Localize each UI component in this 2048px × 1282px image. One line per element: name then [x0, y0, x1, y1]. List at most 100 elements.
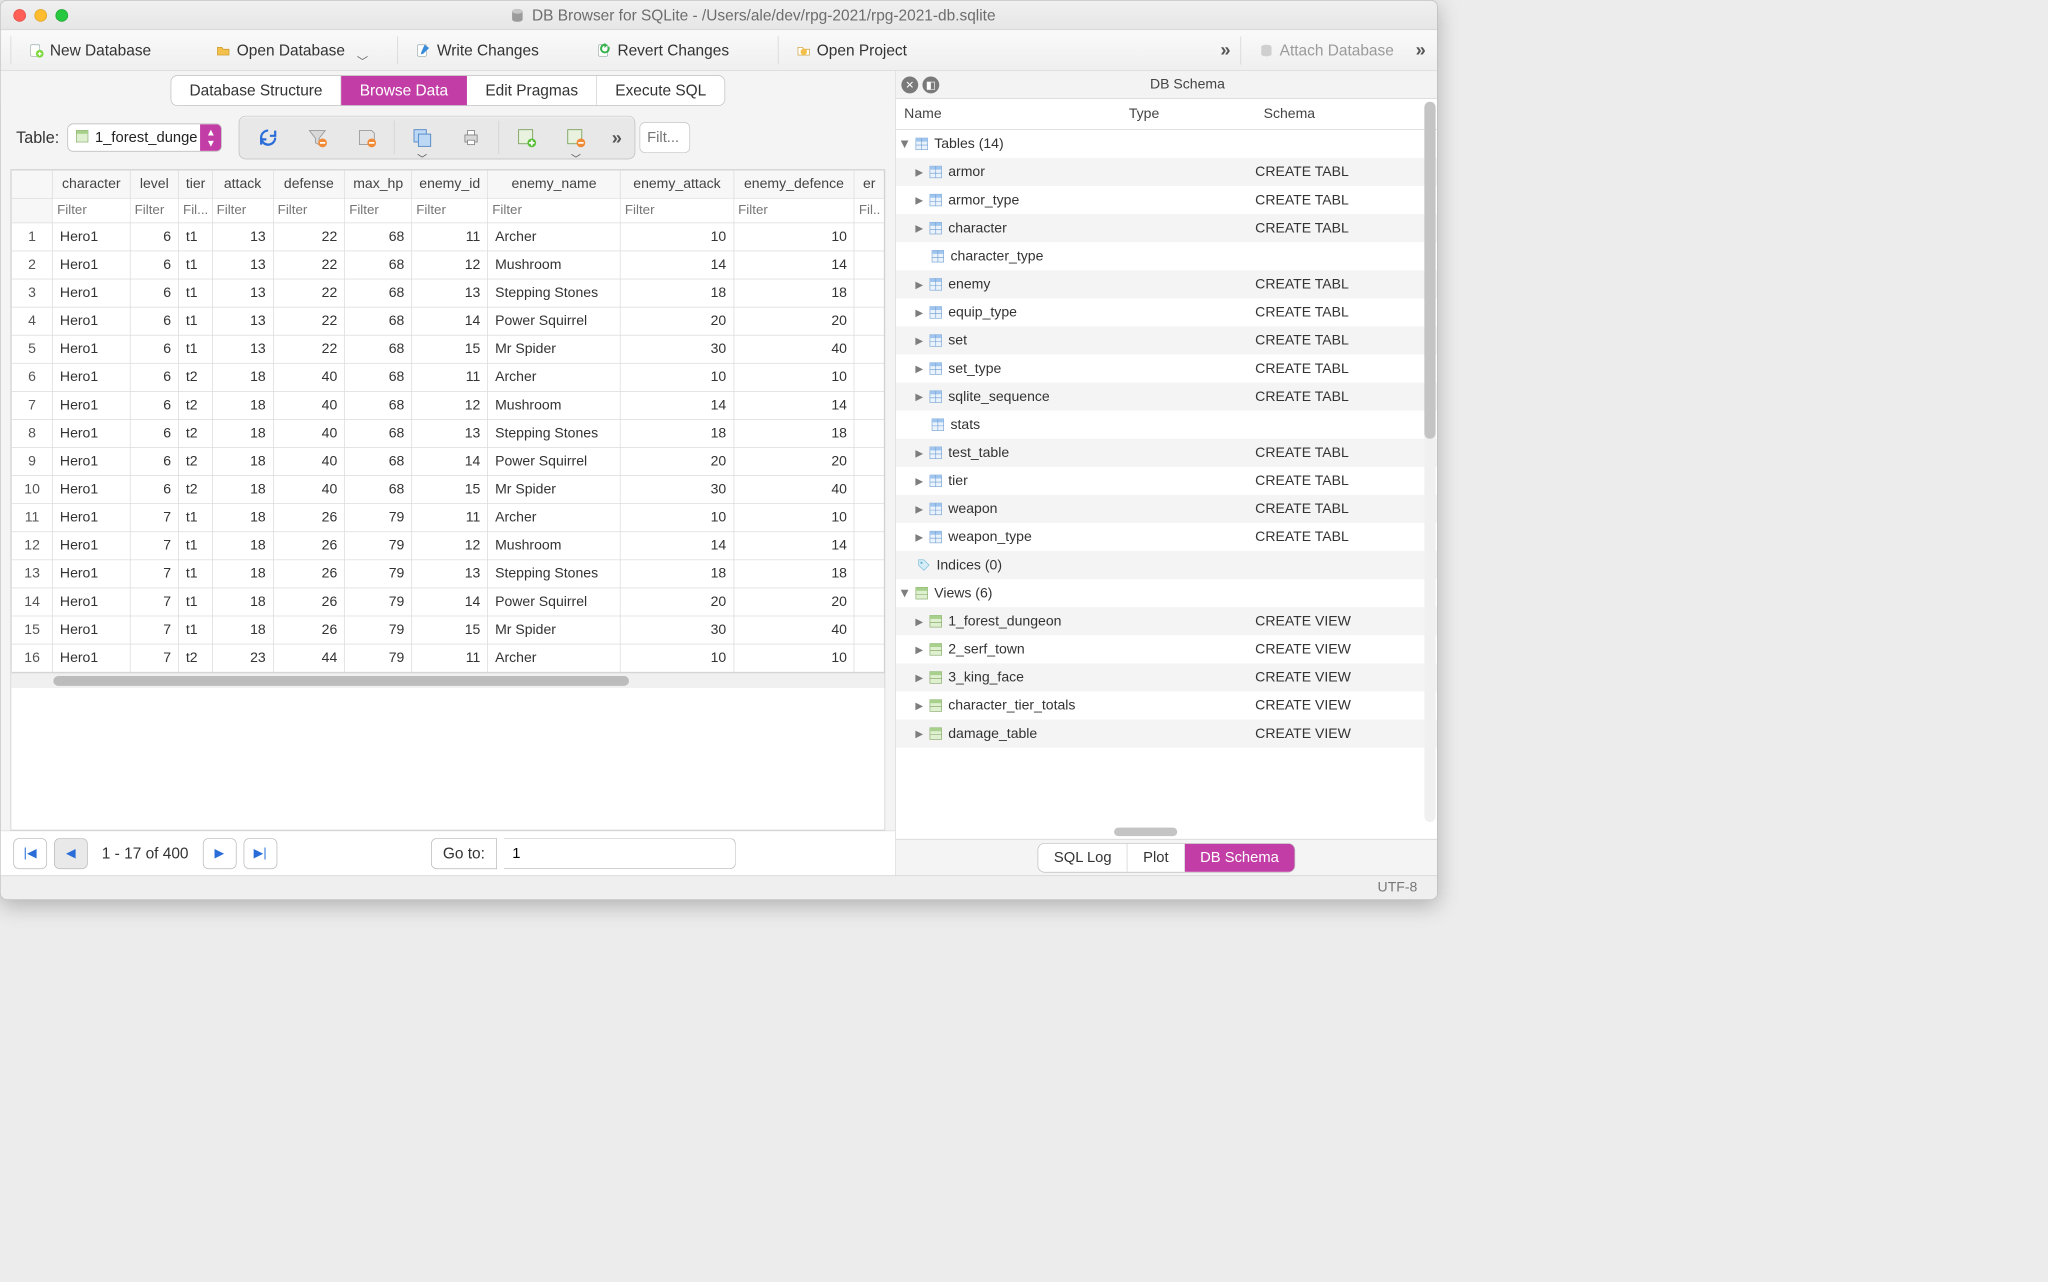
column-filter-input[interactable]	[179, 199, 212, 223]
cell[interactable]: Hero1	[53, 532, 130, 560]
table-row[interactable]: 8Hero16t218406813Stepping Stones1818	[12, 419, 885, 447]
cell[interactable]: 10	[734, 504, 855, 532]
cell[interactable]: 14	[734, 391, 855, 419]
column-filter-input[interactable]	[621, 199, 734, 223]
cell[interactable]: 13	[412, 419, 488, 447]
table-select[interactable]: 1_forest_dunge ▲▼	[68, 124, 222, 152]
cell[interactable]: 15	[412, 616, 488, 644]
refresh-button[interactable]	[244, 121, 293, 155]
cell[interactable]: 40	[273, 391, 345, 419]
cell[interactable]: t1	[178, 279, 212, 307]
cell[interactable]: 79	[345, 644, 412, 672]
cell[interactable]: 18	[212, 588, 273, 616]
schema-header-name[interactable]: Name	[896, 99, 1121, 129]
schema-group-tables[interactable]: ▶Tables (14)	[896, 130, 1437, 158]
cell[interactable]: 26	[273, 532, 345, 560]
cell[interactable]: 68	[345, 279, 412, 307]
column-filter-input[interactable]	[855, 199, 884, 223]
tab-database-structure[interactable]: Database Structure	[171, 76, 341, 105]
cell[interactable]: t1	[178, 588, 212, 616]
schema-vertical-scrollbar[interactable]	[1424, 102, 1435, 822]
schema-table[interactable]: ▶test_tableCREATE TABL	[896, 439, 1437, 467]
table-row[interactable]: 3Hero16t113226813Stepping Stones1818	[12, 279, 885, 307]
open-database-button[interactable]: Open Database	[204, 36, 357, 64]
cell[interactable]: 18	[212, 391, 273, 419]
cell[interactable]: 18	[212, 616, 273, 644]
cell[interactable]: 18	[212, 560, 273, 588]
schema-view[interactable]: ▶character_tier_totalsCREATE VIEW	[896, 691, 1437, 719]
cell[interactable]: 18	[212, 532, 273, 560]
schema-table[interactable]: character_type	[896, 242, 1437, 270]
disclosure-icon[interactable]: ▶	[915, 166, 923, 178]
cell[interactable]: Mr Spider	[488, 335, 621, 363]
cell[interactable]: 18	[620, 279, 733, 307]
schema-table[interactable]: ▶weaponCREATE TABL	[896, 495, 1437, 523]
cell[interactable]: Stepping Stones	[488, 419, 621, 447]
cell[interactable]: Mr Spider	[488, 616, 621, 644]
cell[interactable]: 7	[130, 532, 178, 560]
table-select-spinner-icon[interactable]: ▲▼	[200, 124, 221, 151]
cell[interactable]: 18	[734, 560, 855, 588]
disclosure-icon[interactable]: ▶	[915, 278, 923, 290]
cell[interactable]: Hero1	[53, 448, 130, 476]
schema-table[interactable]: ▶equip_typeCREATE TABL	[896, 298, 1437, 326]
cell[interactable]: t2	[178, 644, 212, 672]
table-row[interactable]: 13Hero17t118267913Stepping Stones1818	[12, 560, 885, 588]
cell[interactable]: Mushroom	[488, 251, 621, 279]
cell[interactable]: 15	[412, 335, 488, 363]
cell[interactable]: 18	[212, 476, 273, 504]
write-changes-button[interactable]: Write Changes	[404, 36, 551, 64]
cell[interactable]: 6	[130, 476, 178, 504]
cell[interactable]: 40	[734, 335, 855, 363]
cell[interactable]: 20	[734, 307, 855, 335]
schema-header-type[interactable]: Type	[1120, 99, 1255, 129]
cell[interactable]: 23	[212, 644, 273, 672]
disclosure-icon[interactable]: ▶	[915, 615, 923, 627]
cell[interactable]: 68	[345, 363, 412, 391]
schema-table[interactable]: ▶sqlite_sequenceCREATE TABL	[896, 383, 1437, 411]
cell[interactable]: Archer	[488, 363, 621, 391]
panel-close-icon[interactable]: ✕	[901, 76, 918, 93]
column-header[interactable]: character	[53, 170, 130, 198]
cell[interactable]: 40	[273, 448, 345, 476]
clear-filters-button[interactable]	[293, 121, 342, 155]
cell[interactable]: Mushroom	[488, 391, 621, 419]
schema-group-views[interactable]: ▶Views (6)	[896, 579, 1437, 607]
cell[interactable]: t1	[178, 223, 212, 251]
cell[interactable]: 22	[273, 335, 345, 363]
attach-database-button[interactable]: Attach Database	[1247, 36, 1406, 64]
cell[interactable]: 22	[273, 279, 345, 307]
table-row[interactable]: 2Hero16t113226812Mushroom1414	[12, 251, 885, 279]
cell[interactable]: Hero1	[53, 616, 130, 644]
column-filter-input[interactable]	[273, 199, 344, 223]
cell[interactable]: 13	[212, 251, 273, 279]
cell[interactable]: Hero1	[53, 419, 130, 447]
cell[interactable]: 10	[620, 644, 733, 672]
schema-table[interactable]: ▶set_typeCREATE TABL	[896, 355, 1437, 383]
cell[interactable]: 20	[620, 307, 733, 335]
cell[interactable]: Hero1	[53, 363, 130, 391]
cell[interactable]: t1	[178, 504, 212, 532]
schema-view[interactable]: ▶damage_tableCREATE VIEW	[896, 720, 1437, 748]
revert-changes-button[interactable]: Revert Changes	[584, 36, 741, 64]
disclosure-icon[interactable]: ▶	[915, 335, 923, 347]
column-filter-input[interactable]	[488, 199, 620, 223]
column-header[interactable]: attack	[212, 170, 273, 198]
cell[interactable]: t1	[178, 532, 212, 560]
cell[interactable]: 22	[273, 251, 345, 279]
schema-group-indices[interactable]: Indices (0)	[896, 551, 1437, 579]
cell[interactable]: Hero1	[53, 588, 130, 616]
cell[interactable]: 7	[130, 560, 178, 588]
cell[interactable]: 18	[212, 504, 273, 532]
cell[interactable]: 12	[412, 532, 488, 560]
table-row[interactable]: 15Hero17t118267915Mr Spider3040	[12, 616, 885, 644]
cell[interactable]: 13	[412, 560, 488, 588]
column-header[interactable]: enemy_name	[488, 170, 621, 198]
disclosure-icon[interactable]: ▶	[915, 222, 923, 234]
column-filter-input[interactable]	[130, 199, 178, 223]
cell[interactable]: 12	[412, 391, 488, 419]
cell[interactable]: t1	[178, 307, 212, 335]
cell[interactable]: 68	[345, 391, 412, 419]
cell[interactable]: 7	[130, 504, 178, 532]
cell[interactable]: Hero1	[53, 335, 130, 363]
